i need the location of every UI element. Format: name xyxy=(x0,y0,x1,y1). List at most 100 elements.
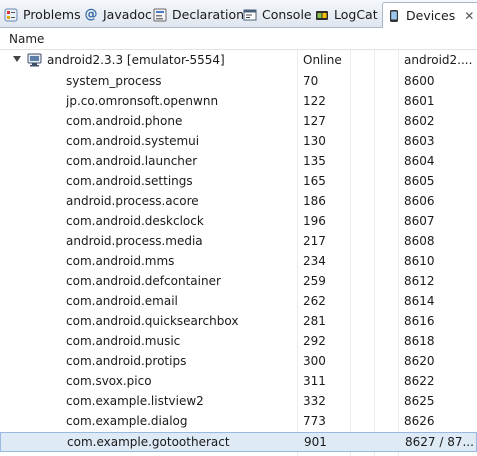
process-row[interactable]: jp.co.omronsoft.openwnn 122 8601 xyxy=(0,92,477,112)
process-name: com.android.email xyxy=(66,294,178,308)
process-port: 8602 xyxy=(404,114,435,128)
process-row[interactable]: com.example.gotootheract 901 8627 / 87... xyxy=(0,432,477,452)
header-name[interactable]: Name xyxy=(9,32,44,46)
process-pid: 262 xyxy=(303,294,326,308)
javadoc-icon: @ xyxy=(84,7,98,22)
process-name: com.android.protips xyxy=(66,354,187,368)
tab-label: Devices xyxy=(406,8,456,23)
table-header: Name xyxy=(0,28,477,50)
device-target: android2.... xyxy=(404,53,473,67)
process-name: com.example.gotootheract xyxy=(67,435,230,449)
process-row[interactable]: com.android.defcontainer 259 8612 xyxy=(0,272,477,292)
tab-logcat[interactable]: LogCat xyxy=(315,2,378,27)
process-port: 8622 xyxy=(404,374,435,388)
process-pid: 70 xyxy=(303,74,319,88)
process-port: 8605 xyxy=(404,174,435,188)
console-icon xyxy=(243,8,257,22)
process-name: com.android.quicksearchbox xyxy=(66,314,239,328)
view-tab-bar: Problems @ Javadoc Declaration Console L… xyxy=(0,0,477,28)
process-name: com.example.dialog xyxy=(66,414,188,428)
emulator-device-icon xyxy=(27,53,42,70)
process-pid: 135 xyxy=(303,154,326,168)
process-row[interactable]: android.process.media 217 8608 xyxy=(0,232,477,252)
process-pid: 281 xyxy=(303,314,326,328)
process-name: jp.co.omronsoft.openwnn xyxy=(66,94,219,108)
process-row[interactable]: com.example.listview2 332 8625 xyxy=(0,392,477,412)
process-pid: 300 xyxy=(303,354,326,368)
process-name: com.android.deskclock xyxy=(66,214,204,228)
process-row[interactable]: com.android.mms 234 8610 xyxy=(0,252,477,272)
problems-icon xyxy=(4,8,18,22)
process-name: android.process.acore xyxy=(66,194,199,208)
process-port: 8603 xyxy=(404,134,435,148)
process-name: com.android.phone xyxy=(66,114,183,128)
tab-label: Problems xyxy=(23,7,81,22)
process-row[interactable]: com.android.email 262 8614 xyxy=(0,292,477,312)
process-row[interactable]: com.android.music 292 8618 xyxy=(0,332,477,352)
process-list: system_process 70 8600 jp.co.omronsoft.open… xyxy=(0,72,477,452)
process-pid: 234 xyxy=(303,254,326,268)
process-name: com.android.systemui xyxy=(66,134,200,148)
process-row[interactable]: com.android.settings 165 8605 xyxy=(0,172,477,192)
process-name: com.android.settings xyxy=(66,174,193,188)
process-row[interactable]: com.android.phone 127 8602 xyxy=(0,112,477,132)
process-name: android.process.media xyxy=(66,234,203,248)
logcat-icon xyxy=(315,8,329,22)
expand-icon[interactable] xyxy=(13,56,21,62)
process-pid: 773 xyxy=(303,414,326,428)
process-pid: 217 xyxy=(303,234,326,248)
process-row[interactable]: android.process.acore 186 8606 xyxy=(0,192,477,212)
tab-devices[interactable]: Devices ✕ xyxy=(382,2,477,28)
tab-label: Console xyxy=(262,7,312,22)
process-port: 8618 xyxy=(404,334,435,348)
tab-label: Javadoc xyxy=(103,7,152,22)
process-pid: 196 xyxy=(303,214,326,228)
close-icon[interactable]: ✕ xyxy=(464,9,474,23)
device-name: android2.3.3 [emulator-5554] xyxy=(47,53,225,67)
process-pid: 901 xyxy=(304,435,327,449)
process-pid: 122 xyxy=(303,94,326,108)
process-port: 8601 xyxy=(404,94,435,108)
process-port: 8620 xyxy=(404,354,435,368)
process-row[interactable]: com.android.systemui 130 8603 xyxy=(0,132,477,152)
process-port: 8614 xyxy=(404,294,435,308)
process-row[interactable]: com.android.protips 300 8620 xyxy=(0,352,477,372)
process-row[interactable]: com.android.launcher 135 8604 xyxy=(0,152,477,172)
process-port: 8600 xyxy=(404,74,435,88)
process-port: 8625 xyxy=(404,394,435,408)
devices-icon xyxy=(387,9,401,23)
device-row[interactable]: android2.3.3 [emulator-5554] Online andr… xyxy=(0,50,477,72)
process-row[interactable]: com.example.dialog 773 8626 xyxy=(0,412,477,432)
process-port: 8612 xyxy=(404,274,435,288)
process-name: com.android.music xyxy=(66,334,181,348)
process-pid: 292 xyxy=(303,334,326,348)
process-row[interactable]: com.android.deskclock 196 8607 xyxy=(0,212,477,232)
process-port: 8627 / 87... xyxy=(405,435,474,449)
process-row[interactable]: com.svox.pico 311 8622 xyxy=(0,372,477,392)
process-pid: 127 xyxy=(303,114,326,128)
tab-console[interactable]: Console xyxy=(243,2,312,27)
tab-javadoc[interactable]: @ Javadoc xyxy=(84,2,152,27)
process-name: com.android.defcontainer xyxy=(66,274,221,288)
process-name: system_process xyxy=(66,74,162,88)
process-port: 8606 xyxy=(404,194,435,208)
process-pid: 165 xyxy=(303,174,326,188)
tab-problems[interactable]: Problems xyxy=(4,2,81,27)
declaration-icon xyxy=(153,8,167,22)
process-name: com.svox.pico xyxy=(66,374,152,388)
process-row[interactable]: com.android.quicksearchbox 281 8616 xyxy=(0,312,477,332)
process-port: 8616 xyxy=(404,314,435,328)
process-pid: 332 xyxy=(303,394,326,408)
process-pid: 130 xyxy=(303,134,326,148)
process-name: com.example.listview2 xyxy=(66,394,204,408)
process-pid: 311 xyxy=(303,374,326,388)
process-row[interactable]: system_process 70 8600 xyxy=(0,72,477,92)
tab-label: Declaration xyxy=(172,7,245,22)
process-pid: 259 xyxy=(303,274,326,288)
process-port: 8607 xyxy=(404,214,435,228)
tab-declaration[interactable]: Declaration xyxy=(153,2,244,27)
process-pid: 186 xyxy=(303,194,326,208)
process-port: 8610 xyxy=(404,254,435,268)
process-port: 8626 xyxy=(404,414,435,428)
process-port: 8608 xyxy=(404,234,435,248)
